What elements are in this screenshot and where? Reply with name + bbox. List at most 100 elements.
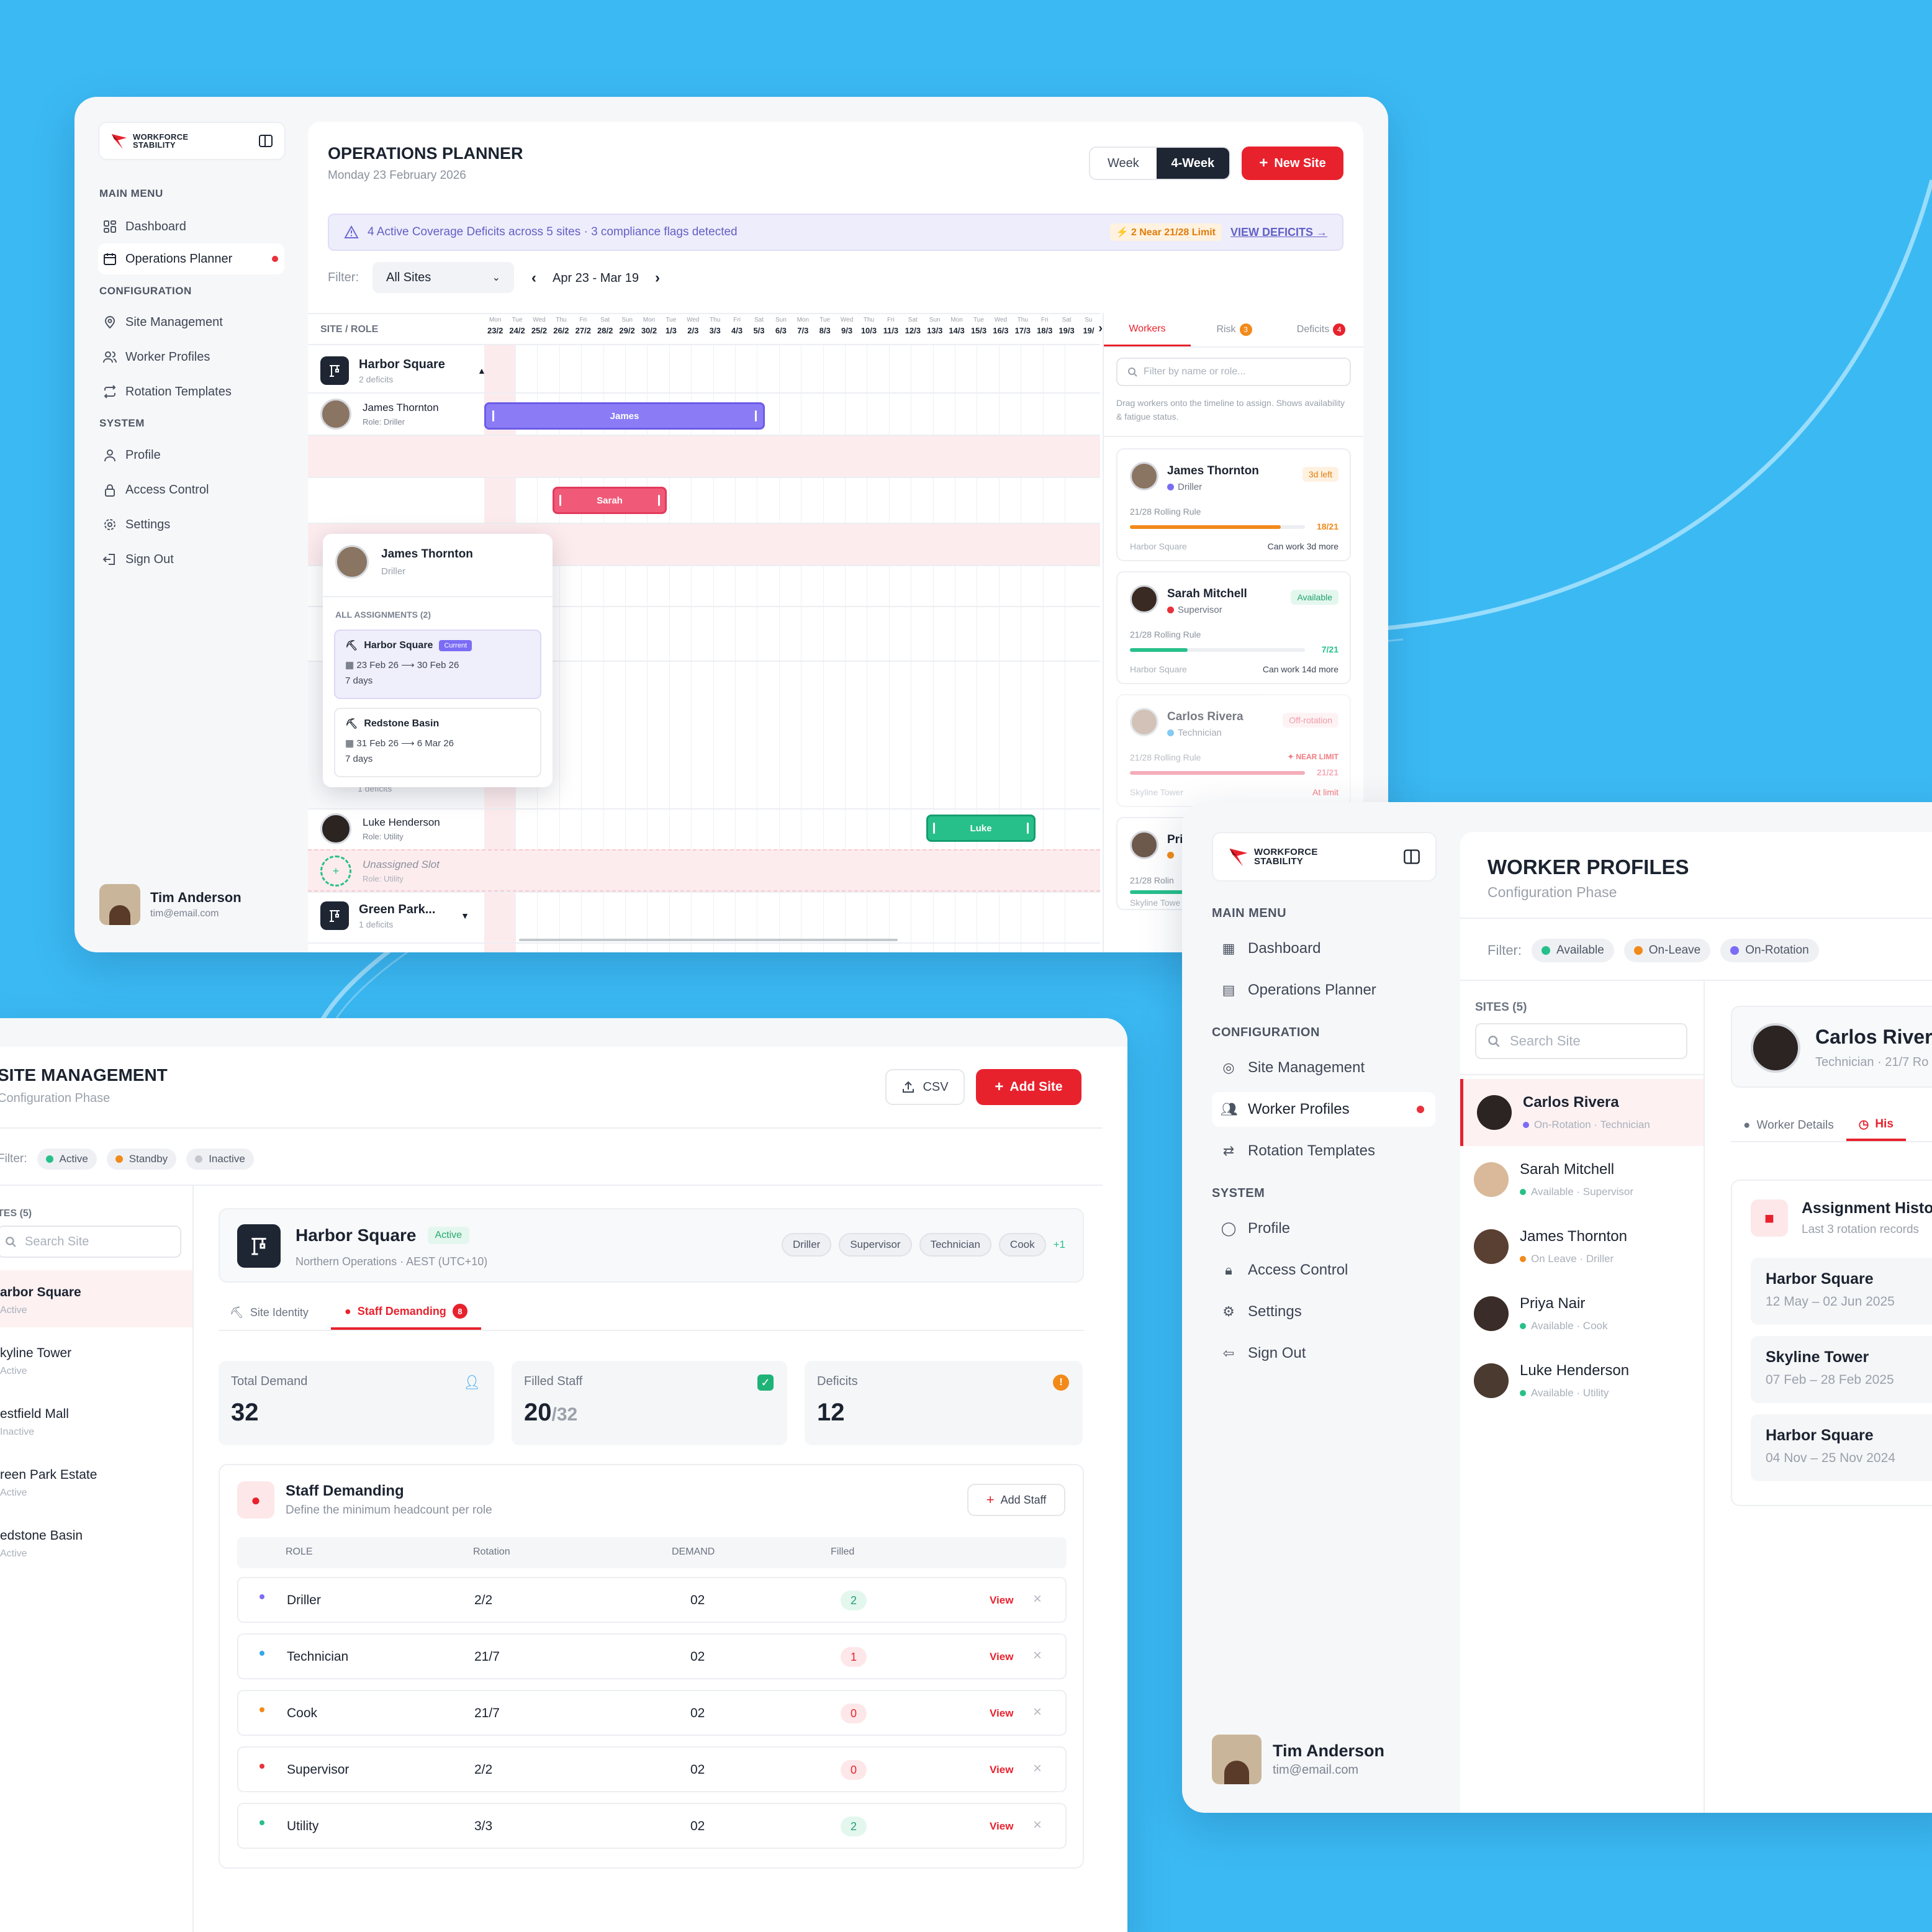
nav-sign-out[interactable]: Sign Out bbox=[103, 545, 289, 574]
site-row-harbor-square[interactable]: Harbor Square 2 deficits ▲ bbox=[320, 356, 486, 385]
user-card[interactable]: Tim Anderson tim@email.com bbox=[99, 884, 242, 925]
csv-export-button[interactable]: CSV bbox=[885, 1069, 965, 1105]
assignment-card[interactable]: ⛏ Redstone Basin ▦ 31 Feb 26 ⟶ 6 Mar 26 7… bbox=[334, 708, 541, 777]
view-4week-button[interactable]: 4-Week bbox=[1156, 148, 1229, 179]
nav-dashboard[interactable]: ▦ Dashboard bbox=[1212, 931, 1435, 966]
worker-card[interactable]: Carlos Rivera Technician Off-rotation 21/28… bbox=[1116, 694, 1351, 807]
filter-on-rotation[interactable]: On-Rotation bbox=[1720, 939, 1819, 962]
tab-staff-demanding[interactable]: ● Staff Demanding 8 bbox=[330, 1295, 481, 1330]
nav-signout[interactable]: ⇦ Sign Out bbox=[1212, 1336, 1435, 1371]
view-link[interactable]: View bbox=[990, 1820, 1013, 1833]
close-icon[interactable]: × bbox=[1033, 1647, 1042, 1664]
filter-active[interactable]: Active bbox=[37, 1149, 97, 1170]
close-icon[interactable]: × bbox=[1033, 1760, 1042, 1777]
chevron-up-icon[interactable]: ▲ bbox=[477, 366, 486, 376]
filter-standby[interactable]: Standby bbox=[106, 1149, 177, 1170]
tab-worker-details[interactable]: ● Worker Details bbox=[1731, 1110, 1846, 1141]
site-list-item[interactable]: arbor Square Active bbox=[0, 1270, 192, 1327]
filter-available[interactable]: Available bbox=[1532, 939, 1614, 962]
site-search-input[interactable]: Search Site bbox=[0, 1226, 181, 1258]
worker-card[interactable]: James Thornton Driller 3d left 21/28 Rollin… bbox=[1116, 448, 1351, 561]
nav-profile[interactable]: ◯ Profile bbox=[1212, 1211, 1435, 1246]
history-item[interactable]: Harbor Square 04 Nov – 25 Nov 2024 bbox=[1751, 1414, 1932, 1481]
drag-handle[interactable] bbox=[492, 410, 494, 422]
drag-handle[interactable] bbox=[559, 495, 561, 506]
nav-settings[interactable]: Settings bbox=[103, 510, 289, 539]
nav-rotation[interactable]: ⇄ Rotation Templates bbox=[1212, 1134, 1435, 1168]
worker-list-item[interactable]: Carlos Rivera On-Rotation · Technician bbox=[1460, 1079, 1704, 1146]
site-list-item[interactable]: estfield Mall Inactive bbox=[0, 1392, 192, 1449]
drag-handle[interactable] bbox=[1027, 823, 1029, 834]
horizontal-scrollbar[interactable] bbox=[519, 939, 898, 941]
worker-list-item[interactable]: Sarah Mitchell Available · Supervisor bbox=[1460, 1146, 1704, 1213]
worker-list-item[interactable]: James Thornton On Leave · Driller bbox=[1460, 1213, 1704, 1280]
site-filter-select[interactable]: All Sites ⌄ bbox=[372, 262, 514, 293]
worker-list-item[interactable]: Priya Nair Available · Cook bbox=[1460, 1280, 1704, 1347]
assignment-bar-james[interactable]: James bbox=[484, 402, 765, 430]
close-icon[interactable]: × bbox=[1033, 1704, 1042, 1721]
sidebar-toggle-icon[interactable] bbox=[1403, 848, 1420, 865]
site-list-item[interactable]: kyline Tower Active bbox=[0, 1331, 192, 1388]
avatar bbox=[1474, 1229, 1509, 1264]
assignment-card[interactable]: ⛏ Harbor Square Current ▦ 23 Feb 26 ⟶ 30 F… bbox=[334, 630, 541, 699]
site-search-input[interactable]: Search Site bbox=[1475, 1023, 1687, 1059]
assignment-bar-luke[interactable]: Luke bbox=[926, 815, 1036, 842]
add-staff-button[interactable]: + Add Staff bbox=[967, 1484, 1065, 1516]
view-deficits-link[interactable]: VIEW DEFICITS → bbox=[1230, 226, 1327, 239]
close-icon[interactable]: × bbox=[1033, 1817, 1042, 1834]
worker-card[interactable]: Sarah Mitchell Supervisor Available 21/28 R… bbox=[1116, 571, 1351, 684]
add-site-button[interactable]: + Add Site bbox=[976, 1069, 1081, 1105]
new-site-button[interactable]: + New Site bbox=[1242, 147, 1343, 180]
drag-handle[interactable] bbox=[658, 495, 660, 506]
avatar bbox=[1130, 708, 1158, 736]
tab-site-identity[interactable]: ⛏ Site Identity bbox=[219, 1295, 320, 1330]
view-week-button[interactable]: Week bbox=[1090, 148, 1157, 179]
nav-ops[interactable]: ▤ Operations Planner bbox=[1212, 973, 1435, 1008]
chevron-down-icon[interactable]: ▼ bbox=[461, 911, 469, 921]
filter-on-leave[interactable]: On-Leave bbox=[1623, 939, 1711, 962]
prev-range-icon[interactable]: ‹ bbox=[531, 269, 536, 287]
nav-access[interactable]: 🔒︎ Access Control bbox=[1212, 1253, 1435, 1288]
site-list-item[interactable]: edstone Basin Active bbox=[0, 1514, 192, 1571]
view-link[interactable]: View bbox=[990, 1764, 1013, 1776]
history-item[interactable]: Skyline Tower 07 Feb – 28 Feb 2025 bbox=[1751, 1336, 1932, 1403]
view-link[interactable]: View bbox=[990, 1707, 1013, 1720]
assignment-bar-sarah[interactable]: Sarah bbox=[553, 487, 667, 514]
nav-dashboard[interactable]: Dashboard bbox=[103, 212, 289, 241]
assignment-duration: 7 days bbox=[345, 754, 373, 764]
nav-workers[interactable]: 👥︎ Worker Profiles bbox=[1212, 1092, 1435, 1127]
drag-handle[interactable] bbox=[933, 823, 935, 834]
nav-profile[interactable]: Profile bbox=[103, 441, 289, 469]
tab-risk[interactable]: Risk 3 bbox=[1191, 313, 1278, 346]
nav-site[interactable]: ◎ Site Management bbox=[1212, 1050, 1435, 1085]
next-dates-icon[interactable]: › bbox=[1098, 322, 1103, 336]
site-row-green-park[interactable]: Green Park... 1 deficits ▼ bbox=[320, 901, 469, 930]
worker-list-item[interactable]: Luke Henderson Available · Utility bbox=[1460, 1347, 1704, 1414]
more-roles-count[interactable]: +1 bbox=[1054, 1239, 1065, 1251]
nav-operations-planner[interactable]: Operations Planner bbox=[98, 243, 284, 274]
nav-worker-profiles[interactable]: Worker Profiles bbox=[103, 343, 289, 371]
nav-settings[interactable]: ⚙ Settings bbox=[1212, 1294, 1435, 1329]
site-name: arbor Square bbox=[0, 1285, 81, 1299]
worker-row-james-thornton[interactable]: James Thornton Role: Driller bbox=[320, 399, 439, 430]
site-list-item[interactable]: reen Park Estate Active bbox=[0, 1453, 192, 1510]
worker-filter-input[interactable]: Filter by name or role... bbox=[1116, 358, 1351, 386]
worker-row-luke-henderson[interactable]: Luke Henderson Role: Utility bbox=[320, 813, 440, 844]
next-range-icon[interactable]: › bbox=[655, 269, 660, 287]
sidebar-toggle-icon[interactable] bbox=[258, 133, 273, 148]
view-link[interactable]: View bbox=[990, 1651, 1013, 1663]
tab-workers[interactable]: Workers bbox=[1104, 313, 1191, 346]
view-link[interactable]: View bbox=[990, 1594, 1013, 1607]
user-card[interactable]: Tim Anderson tim@email.com bbox=[1212, 1735, 1384, 1784]
drag-handle[interactable] bbox=[755, 410, 757, 422]
nav-rotation-templates[interactable]: Rotation Templates bbox=[103, 377, 289, 406]
tab-history[interactable]: ◷ His bbox=[1846, 1110, 1906, 1141]
nav-site-management[interactable]: Site Management bbox=[103, 308, 289, 336]
history-item[interactable]: Harbor Square 12 May – 02 Jun 2025 bbox=[1751, 1258, 1932, 1325]
filter-inactive[interactable]: Inactive bbox=[186, 1149, 254, 1170]
unassigned-slot-row[interactable]: + Unassigned Slot Role: Utility bbox=[320, 855, 440, 887]
avatar bbox=[1474, 1162, 1509, 1197]
close-icon[interactable]: × bbox=[1033, 1591, 1042, 1608]
nav-access-control[interactable]: Access Control bbox=[103, 476, 289, 504]
tab-deficits[interactable]: Deficits 4 bbox=[1278, 313, 1363, 346]
